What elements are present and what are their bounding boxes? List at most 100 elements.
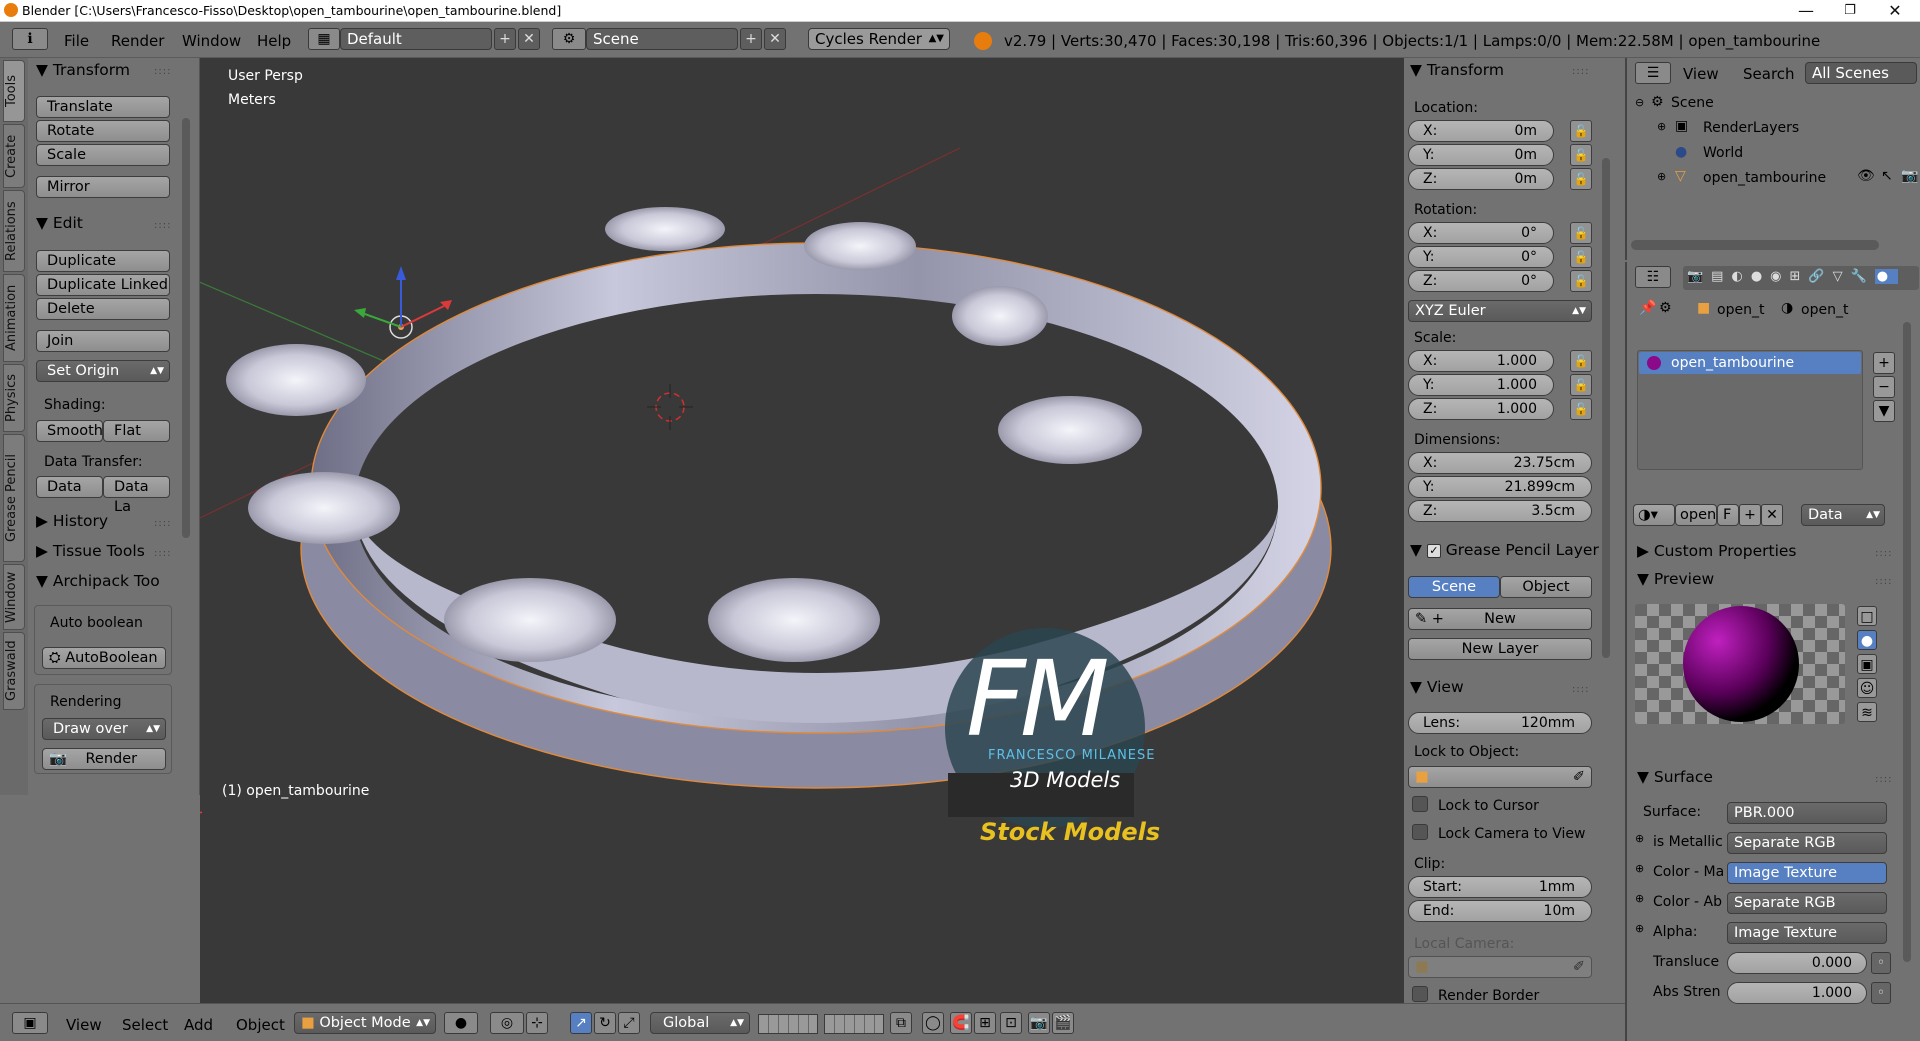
minimize-button[interactable]: — — [1783, 0, 1829, 22]
translucent-field[interactable]: 0.000 — [1727, 952, 1867, 974]
rotate-manipulator-icon[interactable]: ↻ — [594, 1012, 616, 1034]
breadcrumb-object[interactable]: open_t — [1717, 302, 1764, 318]
outliner-item-scene[interactable]: Scene — [1671, 95, 1714, 111]
grip-icon[interactable]: :::: — [1572, 684, 1589, 695]
is-metallic-input[interactable]: Separate RGB — [1727, 832, 1887, 854]
render-animation-icon[interactable]: 🎬 — [1052, 1012, 1074, 1034]
close-button[interactable]: ✕ — [1872, 0, 1918, 22]
breadcrumb-material[interactable]: open_t — [1801, 302, 1848, 318]
dimension-x-field[interactable]: X: 23.75cm — [1408, 452, 1592, 474]
tab-relations[interactable]: Relations — [3, 190, 25, 272]
grip-icon[interactable]: :::: — [1572, 66, 1589, 77]
rotation-x-field[interactable]: X: 0° — [1408, 222, 1554, 244]
lock-icon[interactable]: 🔓 — [1570, 374, 1592, 396]
delete-button[interactable]: Delete — [36, 298, 170, 320]
grip-icon[interactable]: :::: — [154, 518, 171, 529]
scale-y-field[interactable]: Y: 1.000 — [1408, 374, 1554, 396]
menu-file[interactable]: File — [64, 32, 89, 50]
slot-menu-icon[interactable]: ▼ — [1873, 400, 1895, 422]
remove-slot-icon[interactable]: − — [1873, 376, 1895, 398]
lock-icon[interactable]: 🔓 — [1570, 120, 1592, 142]
expand-icon[interactable]: ⊕ — [1635, 862, 1644, 875]
menu-object[interactable]: Object — [236, 1016, 285, 1034]
selectable-cursor-icon[interactable]: ↖ — [1881, 168, 1893, 184]
lock-icon[interactable]: 🔓 — [1570, 168, 1592, 190]
add-scene-icon[interactable]: + — [740, 28, 762, 50]
remove-screen-icon[interactable]: ✕ — [518, 28, 540, 50]
dimension-y-field[interactable]: Y: 21.899cm — [1408, 476, 1592, 498]
viewport-shading-icon[interactable]: ● — [444, 1012, 478, 1034]
archipack-panel-title[interactable]: ▼ Archipack Too — [36, 572, 160, 590]
nprops-scrollbar[interactable] — [1602, 158, 1610, 658]
tab-tools[interactable]: Tools — [3, 60, 25, 122]
pivot-point-icon[interactable]: ◎ — [490, 1012, 524, 1034]
lock-icon[interactable]: 🔓 — [1570, 350, 1592, 372]
color-ab-input[interactable]: Separate RGB — [1727, 892, 1887, 914]
menu-window[interactable]: Window — [182, 32, 241, 50]
render-preview-icon[interactable]: 📷 — [1028, 1012, 1050, 1034]
smooth-button[interactable]: Smooth — [36, 420, 103, 442]
grip-icon[interactable]: :::: — [154, 66, 171, 77]
expand-icon[interactable]: ⊕ — [1635, 922, 1644, 935]
add-screen-icon[interactable]: + — [494, 28, 516, 50]
translate-button[interactable]: Translate — [36, 96, 170, 118]
transform-panel-title[interactable]: ▼ Transform — [1410, 61, 1504, 79]
grip-icon[interactable]: :::: — [154, 548, 171, 559]
preview-hair-icon[interactable]: ≋ — [1857, 702, 1877, 722]
flat-button[interactable]: Flat — [103, 420, 170, 442]
outliner-item-world[interactable]: World — [1703, 145, 1743, 161]
draw-over-dropdown[interactable]: Draw over ▲▼ — [42, 718, 166, 740]
render-button[interactable]: 📷 Render — [42, 748, 166, 770]
gp-object-tab[interactable]: Object — [1500, 576, 1592, 598]
tab-physics[interactable]: Physics — [3, 364, 25, 432]
rotate-button[interactable]: Rotate — [36, 120, 170, 142]
3d-viewport[interactable]: User Persp Meters (1) open_tambourine FM… — [200, 58, 1404, 1003]
tool-shelf-scrollbar[interactable] — [182, 118, 190, 538]
maximize-button[interactable]: ❐ — [1827, 0, 1873, 22]
preview-panel-title[interactable]: ▼ Preview — [1637, 570, 1714, 588]
orientation-dropdown[interactable]: Global ▲▼ — [650, 1012, 750, 1034]
lock-camera-checkbox[interactable] — [1412, 824, 1428, 840]
material-browse-button[interactable]: ◑▾ — [1633, 504, 1675, 526]
lock-icon[interactable]: 🔓 — [1570, 246, 1592, 268]
unlink-material-icon[interactable]: ✕ — [1761, 504, 1783, 526]
duplicate-linked-button[interactable]: Duplicate Linked — [36, 274, 170, 296]
location-y-field[interactable]: Y: 0m — [1408, 144, 1554, 166]
new-layer-button[interactable]: New Layer — [1408, 638, 1592, 660]
translate-manipulator-icon[interactable]: ↗ — [570, 1012, 592, 1034]
scale-button[interactable]: Scale — [36, 144, 170, 166]
material-name-field[interactable]: open — [1675, 504, 1717, 526]
local-camera-field[interactable]: ■ ✐ — [1408, 956, 1592, 978]
tab-grease-pencil[interactable]: Grease Pencil — [3, 434, 25, 562]
scene-icon[interactable]: ⚙ — [552, 28, 586, 50]
material-slot-item[interactable]: open_tambourine — [1639, 352, 1861, 374]
lock-icon[interactable]: 🔓 — [1570, 398, 1592, 420]
tab-window[interactable]: Window — [3, 564, 25, 630]
checkbox-checked-icon[interactable]: ✓ — [1426, 543, 1441, 558]
outliner-filter-dropdown[interactable]: All Scenes — [1805, 62, 1917, 84]
menu-add[interactable]: Add — [184, 1016, 213, 1034]
gp-new-button[interactable]: ✎ + New — [1408, 608, 1592, 630]
lens-field[interactable]: Lens: 120mm — [1408, 712, 1592, 734]
layers-grid-2[interactable] — [824, 1014, 884, 1034]
abs-strength-field[interactable]: 1.000 — [1727, 982, 1867, 1004]
render-engine-dropdown[interactable]: Cycles Render ▲▼ — [808, 28, 950, 50]
outliner-item-object[interactable]: open_tambourine — [1703, 170, 1826, 186]
grip-icon[interactable]: :::: — [154, 220, 171, 231]
rotation-z-field[interactable]: Z: 0° — [1408, 270, 1554, 292]
add-slot-icon[interactable]: + — [1873, 352, 1895, 374]
grease-pencil-panel-title[interactable]: ▼ ✓ Grease Pencil Layer — [1410, 541, 1599, 559]
editor-type-3d-icon[interactable]: ▣ — [12, 1012, 48, 1034]
snap-element-icon[interactable]: ⊞ — [974, 1012, 996, 1034]
expand-icon[interactable]: ⊕ — [1657, 120, 1666, 133]
set-origin-dropdown[interactable]: Set Origin ▲▼ — [36, 360, 170, 382]
surface-shader-field[interactable]: PBR.000 — [1727, 802, 1887, 824]
tissue-tools-panel-title[interactable]: ▶ Tissue Tools — [36, 542, 145, 560]
menu-help[interactable]: Help — [257, 32, 291, 50]
visibility-eye-icon[interactable]: 👁 — [1857, 168, 1875, 184]
link-dropdown[interactable]: Data ▲▼ — [1801, 504, 1885, 526]
material-tab-icon[interactable]: ● — [1874, 269, 1899, 284]
surface-panel-title[interactable]: ▼ Surface — [1637, 768, 1713, 786]
preview-flat-icon[interactable]: □ — [1857, 606, 1877, 626]
scale-z-field[interactable]: Z: 1.000 — [1408, 398, 1554, 420]
